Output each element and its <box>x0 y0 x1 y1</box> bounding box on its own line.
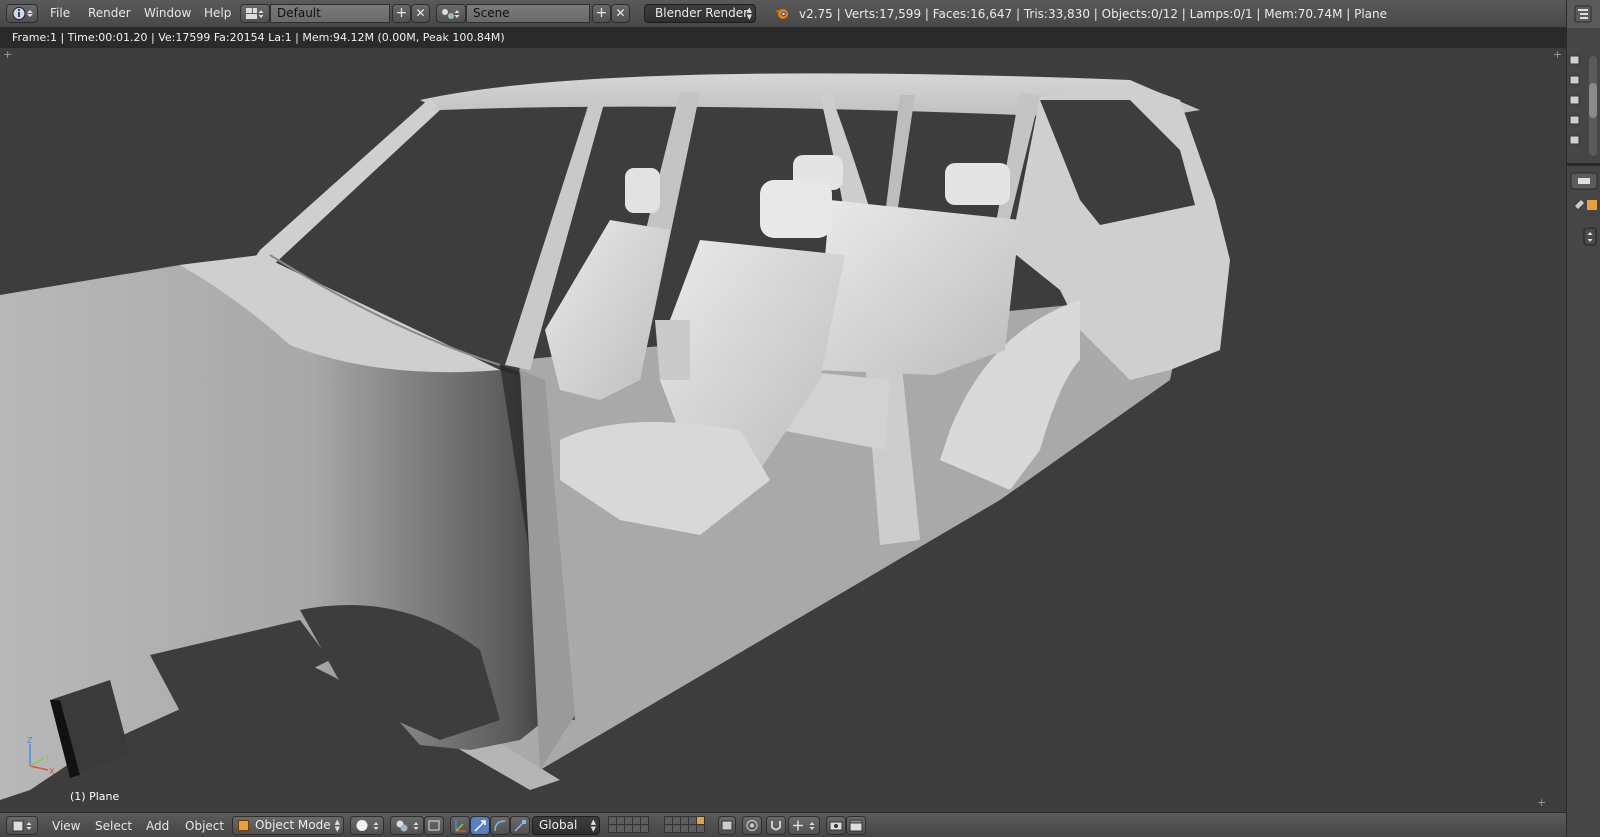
screen-layout-button[interactable] <box>240 4 270 23</box>
rear-seat <box>815 200 1020 375</box>
menu-file[interactable]: File <box>50 6 70 20</box>
area-split-corner[interactable]: + <box>3 48 12 61</box>
pivot-point-select[interactable] <box>390 816 424 835</box>
scene-button[interactable] <box>436 4 466 23</box>
mode-label: Object Mode <box>255 818 331 832</box>
mode-select[interactable]: Object Mode ▲ ▼ <box>232 816 344 835</box>
scene-icon <box>442 9 460 19</box>
scale-icon <box>514 820 526 832</box>
translate-arrow-icon <box>474 820 486 832</box>
viewport-header: View Select Add Object Object Mode ▲ ▼ Gl… <box>0 812 1566 837</box>
opengl-animation-button[interactable] <box>846 816 866 835</box>
render-engine-select[interactable]: Blender Render ▲ ▼ <box>644 4 756 23</box>
menu-window[interactable]: Window <box>144 6 191 20</box>
add-scene-button[interactable]: + <box>592 4 611 23</box>
magnet-icon <box>771 821 781 831</box>
pivot-icon <box>396 820 419 832</box>
info-header: File Render Window Help Default + ✕ Scen… <box>0 0 1600 28</box>
cube-icon <box>238 820 249 831</box>
editor-type-button[interactable] <box>6 4 38 23</box>
front-headrest <box>760 180 832 238</box>
axis-x-label: X <box>49 767 55 776</box>
sphere-shading-icon <box>356 820 379 831</box>
axis-z-label: Z <box>27 736 33 745</box>
3d-view-icon <box>12 820 32 832</box>
rotate-manipulator-button[interactable] <box>490 816 510 835</box>
outliner-rows <box>1567 55 1600 246</box>
transform-orientation-select[interactable]: Global ▲ ▼ <box>532 816 600 835</box>
area-split-corner[interactable]: + <box>1537 796 1546 809</box>
active-object-label: (1) Plane <box>70 790 120 803</box>
delete-scene-button[interactable]: ✕ <box>611 4 630 23</box>
manipulator-icon <box>428 820 440 831</box>
info-icon <box>12 7 33 20</box>
opengl-render-button[interactable] <box>826 816 846 835</box>
snap-increment-icon <box>793 820 815 831</box>
manipulator-toggle[interactable] <box>450 816 470 835</box>
right-editor-strip <box>1566 28 1600 837</box>
menu-select[interactable]: Select <box>95 819 132 833</box>
menu-add[interactable]: Add <box>146 819 169 833</box>
transform-manipulator-icon <box>455 820 466 832</box>
scene-statistics: v2.75 | Verts:17,599 | Faces:16,647 | Tr… <box>799 7 1388 21</box>
viewport-info-bar: Frame:1 | Time:00:01.20 | Ve:17599 Fa:20… <box>0 28 1566 48</box>
car-model-render <box>0 73 1230 800</box>
delete-screen-button[interactable]: ✕ <box>411 4 430 23</box>
proportional-edit-icon <box>746 820 758 831</box>
axis-y-label: Y <box>44 753 50 762</box>
layer-buttons-group-1[interactable] <box>608 816 658 835</box>
rear-headrest-right <box>945 163 1010 205</box>
blender-logo-icon <box>775 9 788 19</box>
3d-viewport[interactable]: Z X Y (1) Plane + + + <box>0 48 1566 812</box>
pin-icon <box>1575 200 1584 209</box>
scene-field[interactable]: Scene <box>466 4 590 23</box>
proportional-editing-button[interactable] <box>742 816 762 835</box>
menu-render[interactable]: Render <box>88 6 131 20</box>
outliner-header <box>1566 0 1600 28</box>
updown-arrows-icon: ▲ ▼ <box>334 818 340 833</box>
snap-button[interactable] <box>766 816 786 835</box>
snap-element-select[interactable] <box>788 816 820 835</box>
layer-lock-button[interactable] <box>718 816 736 835</box>
outliner-icon[interactable] <box>1567 0 1597 26</box>
updown-arrows-icon: ▲ ▼ <box>746 6 752 21</box>
viewport-shading-select[interactable] <box>350 816 384 835</box>
cube-icon <box>1587 200 1597 210</box>
render-engine-label: Blender Render <box>655 6 749 20</box>
snap-toggle-button[interactable] <box>424 816 444 835</box>
menu-view[interactable]: View <box>52 819 80 833</box>
context-dropdown <box>1583 227 1597 246</box>
screen-layout-field[interactable]: Default <box>270 4 390 23</box>
area-split-corner[interactable]: + <box>1553 48 1562 61</box>
layers-icon <box>721 820 733 831</box>
orientation-label: Global <box>539 818 578 832</box>
screen-layout-icon <box>246 8 264 19</box>
axis-gizmo: Z X Y <box>27 736 55 776</box>
layer-buttons-group-2[interactable] <box>664 816 714 835</box>
menu-object[interactable]: Object <box>185 819 224 833</box>
viewport-info-text: Frame:1 | Time:00:01.20 | Ve:17599 Fa:20… <box>12 31 505 44</box>
add-screen-button[interactable]: + <box>392 4 411 23</box>
camera-render-icon <box>829 821 843 831</box>
updown-arrows-icon: ▲ ▼ <box>590 818 596 833</box>
menu-help[interactable]: Help <box>204 6 231 20</box>
scale-manipulator-button[interactable] <box>510 816 530 835</box>
editor-type-3dview-button[interactable] <box>6 816 38 835</box>
render-visibility-icon <box>1569 55 1580 65</box>
rotate-arc-icon <box>494 820 506 832</box>
clapperboard-icon <box>849 819 863 832</box>
translate-manipulator-button[interactable] <box>470 816 490 835</box>
